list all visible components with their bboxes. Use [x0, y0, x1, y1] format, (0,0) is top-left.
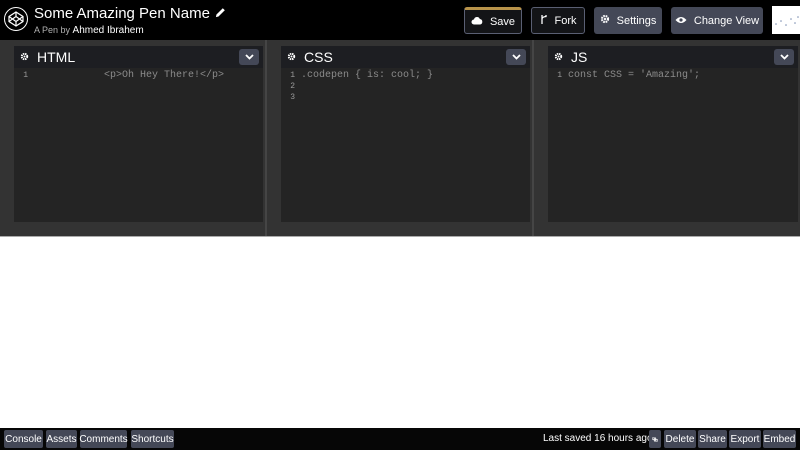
- fork-label: Fork: [554, 14, 577, 27]
- editor-title-js: JS: [571, 49, 588, 65]
- change-view-label: Change View: [693, 14, 760, 27]
- user-avatar[interactable]: [772, 6, 800, 34]
- line-number: 3: [290, 93, 295, 102]
- eye-icon: [675, 15, 687, 27]
- line-number: 1: [290, 71, 295, 80]
- line-numbers: 1 2 3: [281, 70, 295, 103]
- css-editor-header: CSS: [281, 46, 530, 68]
- line-number: 1: [23, 71, 28, 80]
- chevron-down-icon[interactable]: [239, 49, 259, 65]
- save-label: Save: [489, 15, 516, 28]
- line-number: 2: [290, 82, 295, 91]
- chevron-down-icon[interactable]: [774, 49, 794, 65]
- share-button[interactable]: Share: [698, 430, 727, 448]
- pen-byline: A Pen by Ahmed Ibrahem: [34, 25, 226, 36]
- css-code-area[interactable]: 1 2 3 .codepen { is: cool; }: [281, 68, 530, 222]
- author-link[interactable]: Ahmed Ibrahem: [73, 25, 144, 36]
- change-view-button[interactable]: Change View: [671, 7, 763, 34]
- byline-prefix: A Pen by: [34, 25, 71, 35]
- html-code-area[interactable]: 1 <p>Oh Hey There!</p>: [14, 68, 263, 222]
- bottom-bar: Console Assets Comments Shortcuts Last s…: [0, 428, 800, 450]
- css-editor: CSS 1 2 3 .codepen { is: cool; }: [267, 40, 534, 236]
- delete-button[interactable]: Delete: [664, 430, 696, 448]
- line-number: 1: [557, 71, 562, 80]
- assets-button[interactable]: Assets: [46, 430, 77, 448]
- gear-icon[interactable]: [20, 48, 29, 66]
- settings-button[interactable]: Settings: [594, 7, 662, 34]
- fork-icon: [540, 14, 548, 28]
- cloud-icon: [471, 16, 483, 28]
- editor-title-css: CSS: [304, 49, 333, 65]
- line-numbers: 1: [14, 70, 28, 81]
- js-code: const CSS = 'Amazing';: [568, 70, 701, 81]
- pen-title-text: Some Amazing Pen Name: [34, 5, 210, 22]
- top-bar: Some Amazing Pen Name A Pen by Ahmed Ibr…: [0, 0, 800, 40]
- editor-panes: HTML 1 <p>Oh Hey There!</p> CSS 1 2 3 .c…: [0, 40, 800, 236]
- embed-button[interactable]: Embed: [763, 430, 796, 448]
- console-button[interactable]: Console: [4, 430, 43, 448]
- html-editor: HTML 1 <p>Oh Hey There!</p>: [0, 40, 267, 236]
- html-editor-header: HTML: [14, 46, 263, 68]
- pen-title[interactable]: Some Amazing Pen Name: [34, 5, 226, 22]
- editor-title-html: HTML: [37, 49, 76, 65]
- chevron-down-icon[interactable]: [506, 49, 526, 65]
- pen-title-block: Some Amazing Pen Name A Pen by Ahmed Ibr…: [34, 5, 226, 36]
- shortcuts-button[interactable]: Shortcuts: [131, 430, 174, 448]
- settings-label: Settings: [616, 14, 657, 27]
- command-key-icon[interactable]: [649, 430, 661, 448]
- gear-icon[interactable]: [287, 48, 296, 66]
- line-numbers: 1: [548, 70, 562, 81]
- last-saved-text: Last saved 16 hours ago: [543, 433, 653, 444]
- js-editor: JS 1 const CSS = 'Amazing';: [534, 40, 800, 236]
- save-button[interactable]: Save: [464, 7, 522, 34]
- gear-icon[interactable]: [554, 48, 563, 66]
- pencil-icon[interactable]: [215, 5, 226, 22]
- js-code-area[interactable]: 1 const CSS = 'Amazing';: [548, 68, 798, 222]
- js-editor-header: JS: [548, 46, 798, 68]
- gear-icon: [600, 14, 610, 27]
- codepen-logo-icon[interactable]: [4, 7, 28, 31]
- export-button[interactable]: Export: [729, 430, 761, 448]
- css-code: .codepen { is: cool; }: [301, 70, 434, 81]
- comments-button[interactable]: Comments: [79, 430, 128, 448]
- html-code: <p>Oh Hey There!</p>: [104, 70, 225, 81]
- fork-button[interactable]: Fork: [531, 7, 585, 34]
- result-preview[interactable]: [0, 236, 800, 428]
